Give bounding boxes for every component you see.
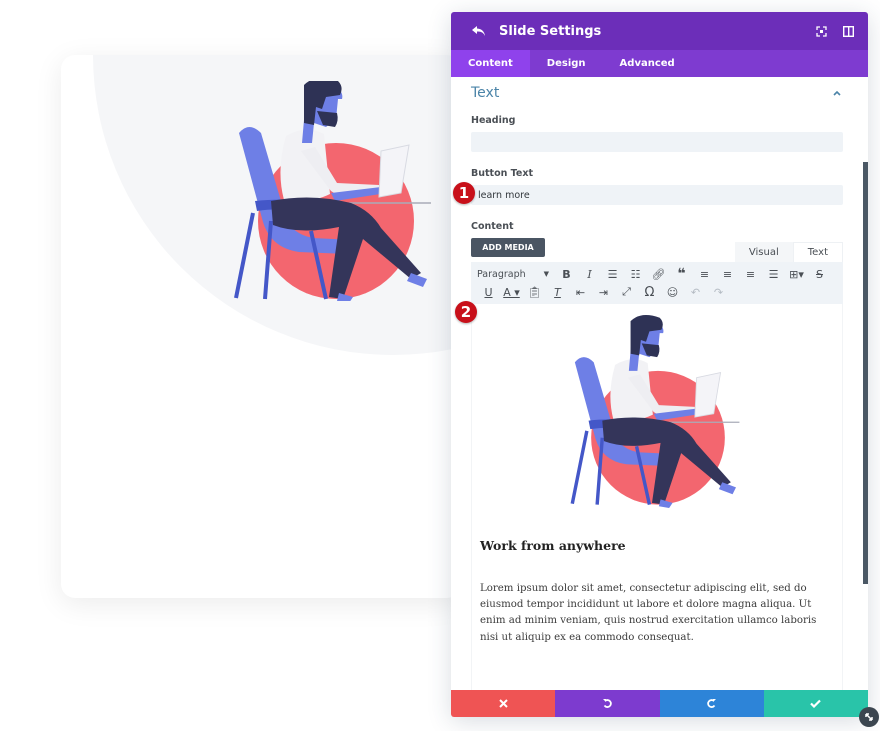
undo-icon [602,699,612,708]
numbered-list-icon[interactable]: ☷ [624,265,647,283]
chevron-up-icon [833,90,841,96]
strikethrough-icon[interactable]: S [808,265,831,283]
modal-header: Slide Settings [451,12,868,50]
redo-icon [707,699,717,708]
link-icon[interactable]: 🔗︎ [647,265,670,283]
fullscreen-icon[interactable]: ⤢ [615,283,638,301]
content-heading: Work from anywhere [480,538,626,553]
content-label: Content [471,221,514,232]
indent-icon[interactable]: ⇥ [592,283,615,301]
bold-icon[interactable]: B [555,265,578,283]
focus-icon[interactable] [814,24,828,38]
slide-preview-card [61,55,461,598]
tab-text[interactable]: Text [792,242,843,262]
special-character-icon[interactable]: Ω [638,283,661,301]
dropdown-caret-icon: ▼ [543,270,549,278]
format-select-value: Paragraph [477,268,526,280]
slide-settings-modal: Slide Settings Content Design Advanced T… [451,12,868,717]
bullet-list-icon[interactable]: ☰ [601,265,624,283]
blockquote-icon[interactable]: ❝ [670,265,693,283]
back-arrow-icon[interactable] [471,23,487,39]
emoji-icon[interactable]: ☺ [661,283,684,301]
annotation-badge-1: 1 [453,182,475,204]
settings-body: Text Heading Button Text learn more Cont… [451,77,868,690]
table-icon[interactable]: ⊞▾ [785,265,808,283]
outdent-icon[interactable]: ⇤ [569,283,592,301]
settings-tabs: Content Design Advanced [451,50,868,77]
clear-formatting-icon[interactable]: T [546,283,569,301]
settings-scrollbar[interactable] [863,162,868,584]
heading-input[interactable] [471,132,843,152]
tab-design[interactable]: Design [530,50,603,77]
sidebar-toggle-icon[interactable] [841,24,855,38]
paragraph-format-select[interactable]: Paragraph ▼ [477,265,555,283]
heading-label: Heading [471,115,516,126]
text-section-toggle[interactable]: Text [451,77,868,109]
modal-title: Slide Settings [499,23,602,39]
text-color-icon[interactable]: A ▾ [500,283,523,301]
content-editor[interactable]: Work from anywhere Lorem ipsum dolor sit… [471,304,843,690]
button-text-label: Button Text [471,168,534,179]
redo-icon[interactable]: ↷ [707,283,730,301]
align-right-icon[interactable]: ≡ [739,265,762,283]
modal-footer [451,690,868,717]
tab-advanced[interactable]: Advanced [603,50,692,77]
editor-mode-tabs: Visual Text [734,242,843,262]
paste-text-icon[interactable]: 📋︎ [523,283,546,301]
align-justify-icon[interactable]: ☰ [762,265,785,283]
editor-toolbar: Paragraph ▼ B I ☰ ☷ 🔗︎ ❝ ≡ ≡ ≡ ☰ ⊞▾ S U A… [471,262,843,304]
checkmark-icon [810,699,822,708]
add-media-button[interactable]: ADD MEDIA [471,238,545,257]
save-button[interactable] [763,690,868,717]
resize-handle[interactable] [859,707,879,727]
undo-icon[interactable]: ↶ [684,283,707,301]
cancel-button[interactable] [451,690,556,717]
align-left-icon[interactable]: ≡ [693,265,716,283]
underline-icon[interactable]: U [477,283,500,301]
button-text-input[interactable]: learn more [471,185,843,205]
tab-visual[interactable]: Visual [734,242,793,262]
italic-icon[interactable]: I [578,265,601,283]
resize-icon [865,713,873,721]
content-paragraph: Lorem ipsum dolor sit amet, consectetur … [480,583,817,643]
close-icon [498,699,508,708]
annotation-badge-2: 2 [455,301,477,323]
redo-button[interactable] [659,690,764,717]
section-title: Text [471,85,500,101]
align-center-icon[interactable]: ≡ [716,265,739,283]
person-at-laptop-illustration [570,314,740,508]
person-at-laptop-illustration [234,81,431,301]
undo-button[interactable] [555,690,660,717]
tab-content[interactable]: Content [451,50,530,77]
